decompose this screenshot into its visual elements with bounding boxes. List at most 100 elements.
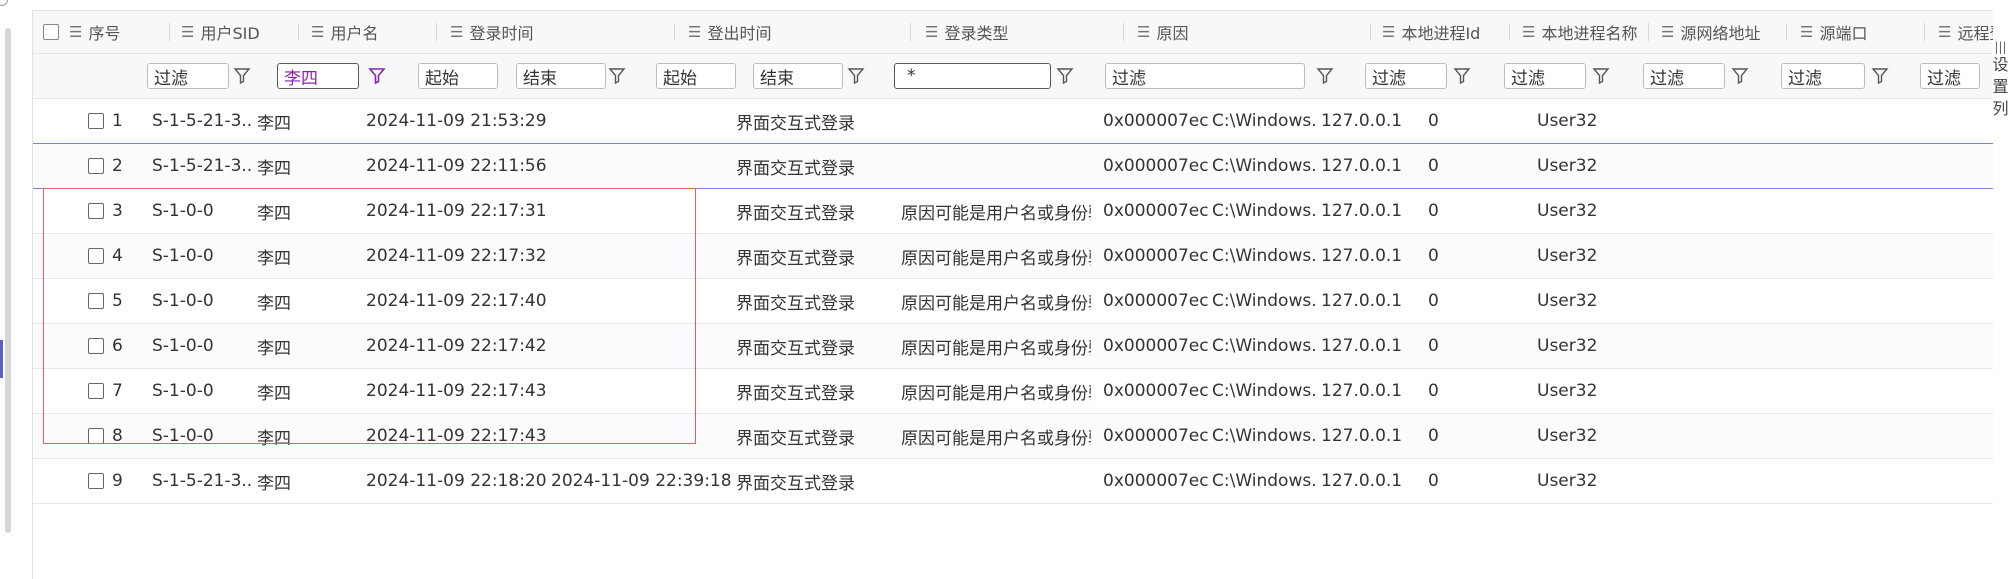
- cell-seq[interactable]: 8: [88, 414, 148, 458]
- row-checkbox[interactable]: [88, 473, 104, 489]
- cell-seq[interactable]: 5: [88, 279, 148, 323]
- header-login-type[interactable]: ☰ 登录类型: [925, 11, 1125, 53]
- filter-user-input[interactable]: 李四: [277, 63, 359, 89]
- filter-reason-funnel-icon[interactable]: [1316, 67, 1334, 85]
- column-settings-button[interactable]: ||| 设置列: [1992, 40, 2009, 140]
- header-user[interactable]: ☰ 用户名: [311, 11, 431, 53]
- filter-login-funnel-icon[interactable]: [608, 67, 626, 85]
- table-row[interactable]: 8 S-1-0-0 李四 2024-11-09 22:17:43 界面交互式登录 原因可能…: [33, 414, 1993, 459]
- column-menu-icon[interactable]: ☰: [688, 23, 701, 41]
- header-label: 源网络地址: [1680, 24, 1761, 43]
- filter-sid-input[interactable]: 过滤: [147, 63, 229, 89]
- filter-login-start-input[interactable]: 起始: [418, 63, 498, 89]
- cell-text: 2024-11-09 21:53:29: [366, 111, 546, 131]
- row-checkbox[interactable]: [88, 428, 104, 444]
- filter-source-address-input[interactable]: 过滤: [1643, 63, 1725, 89]
- cell-srcaddr: 127.0.0.1: [1321, 99, 1421, 143]
- header-login-time[interactable]: ☰ 登录时间: [450, 11, 670, 53]
- filter-login-type-input[interactable]: *: [894, 63, 1051, 89]
- header-sid[interactable]: ☰ 用户SID: [181, 11, 291, 53]
- row-checkbox[interactable]: [88, 293, 104, 309]
- cell-pid: 0x000007ec: [1103, 234, 1208, 278]
- row-checkbox[interactable]: [88, 383, 104, 399]
- column-menu-icon[interactable]: ☰: [1661, 23, 1674, 41]
- column-menu-icon[interactable]: ☰: [1382, 23, 1395, 41]
- cell-user: 李四: [257, 189, 357, 233]
- filter-process-name-funnel-icon[interactable]: [1592, 67, 1610, 85]
- filter-source-port-funnel-icon[interactable]: [1871, 67, 1889, 85]
- column-menu-icon[interactable]: ☰: [69, 23, 82, 41]
- cell-seq[interactable]: 3: [88, 189, 148, 233]
- filter-logout-end-input[interactable]: 结束: [753, 63, 843, 89]
- cell-logout: [551, 279, 731, 323]
- column-menu-icon[interactable]: ☰: [311, 23, 324, 41]
- header-pid[interactable]: ☰ 本地进程Id: [1382, 11, 1512, 53]
- column-menu-icon[interactable]: ☰: [181, 23, 194, 41]
- cell-text: 0: [1428, 246, 1439, 266]
- header-source-address[interactable]: ☰ 源网络地址: [1661, 11, 1791, 53]
- cell-text: 李四: [257, 383, 291, 404]
- cell-reason: 原因可能是用户名或身份验...: [901, 324, 1091, 368]
- cell-seq[interactable]: 4: [88, 234, 148, 278]
- cell-seq[interactable]: 9: [88, 459, 148, 503]
- cell-text: User32: [1537, 246, 1598, 266]
- login-records-grid: ☰ 序号 ☰ 用户SID ☰ 用户名 ☰ 登录时间 ☰ 登出时间 ☰ 登录类型: [32, 10, 1993, 579]
- header-reason[interactable]: ☰ 原因: [1137, 11, 1367, 53]
- row-checkbox[interactable]: [88, 203, 104, 219]
- table-row[interactable]: 3 S-1-0-0 李四 2024-11-09 22:17:31 界面交互式登录 原因可能…: [33, 189, 1993, 234]
- header-remote-login[interactable]: ☰ 远程登录: [1938, 11, 1993, 53]
- header-process-name[interactable]: ☰ 本地进程名称: [1522, 11, 1652, 53]
- row-checkbox[interactable]: [88, 113, 104, 129]
- table-row[interactable]: 9 S-1-5-21-3... 李四 2024-11-09 22:18:20 2024-…: [33, 459, 1993, 504]
- filter-pid-funnel-icon[interactable]: [1453, 67, 1471, 85]
- table-row[interactable]: 1 S-1-5-21-3... 李四 2024-11-09 21:53:29 界面交互式…: [33, 99, 1993, 144]
- cell-text: 0x000007ec: [1103, 111, 1208, 131]
- filter-user-funnel-icon[interactable]: [368, 67, 386, 85]
- cell-text: 127.0.0.1: [1321, 291, 1403, 311]
- cell-seq[interactable]: 1: [88, 99, 148, 143]
- table-row[interactable]: 6 S-1-0-0 李四 2024-11-09 22:17:42 界面交互式登录 原因可能…: [33, 324, 1993, 369]
- table-row[interactable]: 4 S-1-0-0 李四 2024-11-09 22:17:32 界面交互式登录 原因可能…: [33, 234, 1993, 279]
- filter-pid-input[interactable]: 过滤: [1365, 63, 1447, 89]
- cell-seq[interactable]: 6: [88, 324, 148, 368]
- filter-remote-login-input[interactable]: 过滤: [1920, 63, 1980, 89]
- filter-login-type-funnel-icon[interactable]: [1056, 67, 1074, 85]
- table-row[interactable]: 5 S-1-0-0 李四 2024-11-09 22:17:40 界面交互式登录 原因可能…: [33, 279, 1993, 324]
- row-checkbox[interactable]: [88, 338, 104, 354]
- table-row[interactable]: 2 S-1-5-21-3... 李四 2024-11-09 22:11:56 界面交互式…: [33, 144, 1993, 189]
- cell-text: 4: [112, 246, 123, 266]
- header-logout-time[interactable]: ☰ 登出时间: [688, 11, 908, 53]
- column-menu-icon[interactable]: ☰: [1938, 23, 1951, 41]
- row-checkbox[interactable]: [88, 248, 104, 264]
- column-menu-icon[interactable]: ☰: [1522, 23, 1535, 41]
- table-row[interactable]: 7 S-1-0-0 李四 2024-11-09 22:17:43 界面交互式登录 原因可能…: [33, 369, 1993, 414]
- filter-source-address-funnel-icon[interactable]: [1731, 67, 1749, 85]
- cell-user: 李四: [257, 144, 357, 188]
- cell-logout: [551, 414, 731, 458]
- filter-process-name-input[interactable]: 过滤: [1504, 63, 1586, 89]
- cell-reason: [901, 99, 1091, 143]
- filter-logout-start-input[interactable]: 起始: [656, 63, 736, 89]
- cell-seq[interactable]: 7: [88, 369, 148, 413]
- column-menu-icon[interactable]: ☰: [450, 23, 463, 41]
- filter-login-end-input[interactable]: 结束: [516, 63, 606, 89]
- cell-text: 李四: [257, 158, 291, 179]
- row-checkbox[interactable]: [88, 158, 104, 174]
- vertical-scrollbar[interactable]: [5, 28, 11, 533]
- cell-seq[interactable]: 2: [88, 144, 148, 188]
- cell-type: 界面交互式登录: [736, 234, 896, 278]
- column-menu-icon[interactable]: ☰: [1800, 23, 1813, 41]
- cell-sid: S-1-0-0: [152, 189, 252, 233]
- filter-sid-funnel-icon[interactable]: [233, 67, 251, 85]
- cell-pid: 0x000007ec: [1103, 414, 1208, 458]
- filter-source-port-input[interactable]: 过滤: [1781, 63, 1865, 89]
- column-menu-icon[interactable]: ☰: [925, 23, 938, 41]
- cell-text: 127.0.0.1: [1321, 201, 1403, 221]
- filter-reason-input[interactable]: 过滤: [1105, 63, 1305, 89]
- select-all-checkbox[interactable]: [43, 24, 59, 40]
- header-seq[interactable]: ☰ 序号: [43, 11, 163, 53]
- filter-logout-funnel-icon[interactable]: [847, 67, 865, 85]
- column-menu-icon[interactable]: ☰: [1137, 23, 1150, 41]
- header-source-port[interactable]: ☰ 源端口: [1800, 11, 1930, 53]
- cell-reason: 原因可能是用户名或身份验...: [901, 369, 1091, 413]
